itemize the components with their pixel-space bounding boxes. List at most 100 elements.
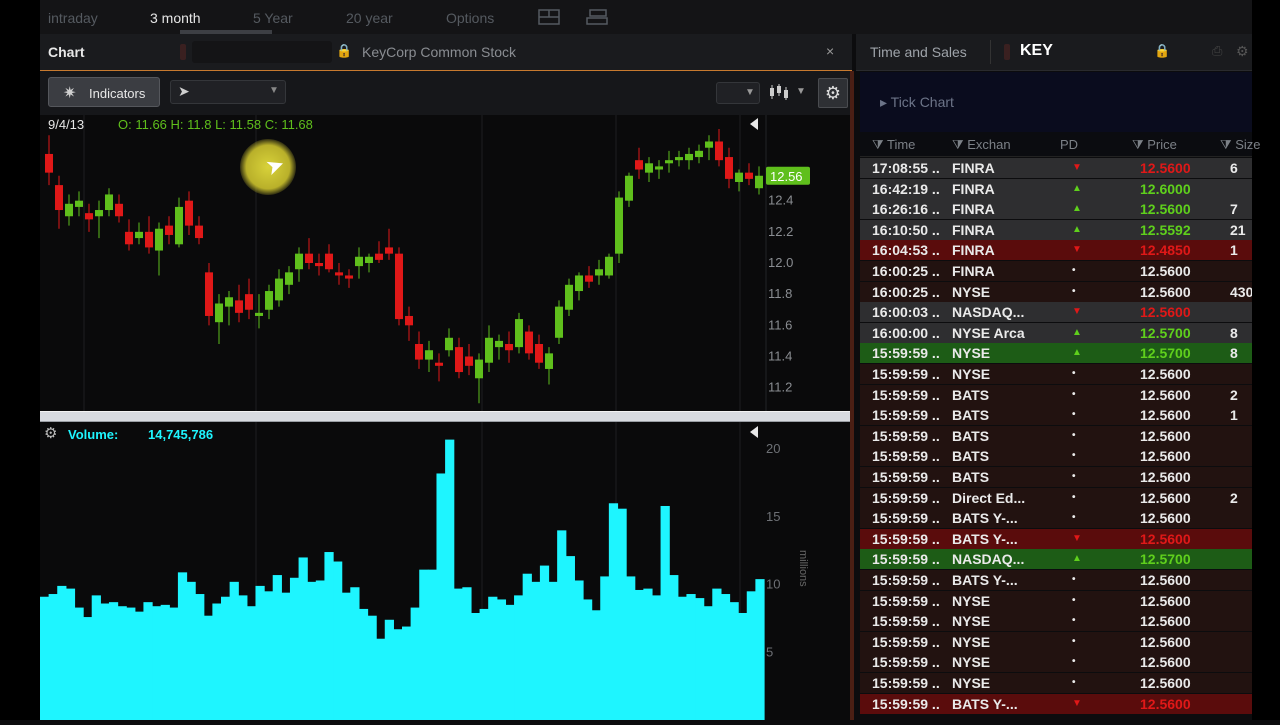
trade-row[interactable]: 16:10:50 .. FINRA ▲ 12.5592 21 [860, 219, 1252, 240]
volume-bar [470, 612, 481, 720]
trade-exchange: FINRA [952, 201, 995, 218]
chart-toolbar: ✷ Indicators ➤ ▼ ▼ ▼ ⚙ [40, 71, 852, 115]
trade-row[interactable]: 16:26:16 .. FINRA ▲ 12.5600 7 [860, 199, 1252, 220]
volume-bar [660, 505, 670, 720]
indicators-label: Indicators [89, 86, 146, 101]
trade-size: 6 [1230, 160, 1238, 176]
trade-row[interactable]: 15:59:59 .. NYSE • 12.5600 [860, 631, 1252, 652]
column-time[interactable]: ⧩ Time [872, 137, 915, 153]
price-direction-icon: • [1072, 491, 1076, 503]
collapse-arrow-icon[interactable] [750, 118, 758, 130]
chart-symbol-input[interactable] [192, 41, 332, 63]
trade-row[interactable]: 15:59:59 .. BATS • 12.5600 [860, 467, 1252, 487]
cursor-mode-select[interactable]: ➤ ▼ [170, 80, 286, 104]
trade-row[interactable]: 15:59:59 .. NASDAQ... ▲ 12.5700 [860, 549, 1252, 570]
volume-tick-label: 15 [766, 509, 780, 524]
company-name: KeyCorp Common Stock [362, 44, 517, 60]
tab-5-year[interactable]: 5 Year [253, 10, 293, 26]
tab-20-year[interactable]: 20 year [346, 10, 393, 26]
trade-time: 16:00:00 .. [872, 324, 940, 341]
trade-row[interactable]: 15:59:59 .. NYSE • 12.5600 [860, 652, 1252, 673]
chart-scrollbar[interactable] [850, 71, 854, 720]
volume-value: 14,745,786 [148, 427, 213, 442]
trade-row[interactable]: 16:00:03 .. NASDAQ... ▼ 12.5600 [860, 302, 1252, 323]
layout-grid-icon[interactable] [538, 9, 560, 25]
tick-chart-toggle[interactable]: ▸ Tick Chart [880, 94, 954, 111]
print-icon[interactable]: ⎙ [1212, 43, 1222, 59]
trade-row[interactable]: 15:59:59 .. BATS Y-... • 12.5600 [860, 570, 1252, 590]
chart-settings-button[interactable]: ⚙ [818, 78, 848, 108]
trades-list[interactable]: 17:08:55 .. FINRA ▼ 12.5600 6 16:42:19 .. FINR… [860, 158, 1252, 720]
close-icon[interactable]: × [826, 43, 834, 59]
price-direction-icon: ▲ [1072, 182, 1082, 194]
trade-row[interactable]: 15:59:59 .. BATS Y-... • 12.5600 [860, 508, 1252, 529]
indicators-button[interactable]: ✷ Indicators [48, 77, 160, 107]
trade-row[interactable]: 15:59:59 .. NYSE • 12.5600 [860, 590, 1252, 611]
trade-row[interactable]: 16:00:00 .. NYSE Arca ▲ 12.5700 8 [860, 322, 1252, 343]
price-direction-icon: • [1072, 409, 1076, 421]
volume-bar [341, 592, 351, 720]
volume-bar-chart[interactable]: 20 15 10 5 ⚙ Volume: 14,745,786 millions [40, 422, 852, 720]
symbol-link-icon[interactable] [1004, 44, 1010, 60]
trade-row[interactable]: 15:59:59 .. NYSE • 12.5600 [860, 673, 1252, 693]
trade-row[interactable]: 16:04:53 .. FINRA ▼ 12.4850 1 [860, 240, 1252, 261]
trade-row[interactable]: 15:59:59 .. NYSE • 12.5600 [860, 364, 1252, 384]
trade-row[interactable]: 15:59:59 .. BATS Y-... ▼ 12.5600 [860, 693, 1252, 714]
volume-settings-icon[interactable]: ⚙ [44, 425, 57, 442]
trade-row[interactable]: 15:59:59 .. Direct Ed... • 12.5600 2 [860, 487, 1252, 508]
trade-time: 15:59:59 .. [872, 469, 940, 485]
tab-intraday[interactable]: intraday [48, 10, 98, 26]
trade-row[interactable]: 17:08:55 .. FINRA ▼ 12.5600 6 [860, 158, 1252, 178]
symbol-link-icon[interactable] [180, 44, 186, 60]
trade-row[interactable]: 16:00:25 .. FINRA • 12.5600 [860, 261, 1252, 281]
chart-style-select[interactable]: ▼ [716, 82, 760, 104]
volume-bar [669, 575, 679, 720]
column-price[interactable]: ⧩ Price [1132, 137, 1177, 153]
volume-bar [393, 629, 403, 720]
volume-bar [522, 573, 532, 720]
candle-body [535, 344, 543, 363]
column-size[interactable]: ⧩ Size [1220, 137, 1261, 153]
volume-bar [48, 594, 58, 720]
trade-time: 15:59:59 .. [872, 427, 940, 444]
trade-row[interactable]: 15:59:59 .. BATS Y-... ▼ 12.5600 [860, 528, 1252, 549]
volume-bar [195, 594, 205, 720]
time-sales-symbol[interactable]: KEY [1020, 42, 1053, 60]
candlestick-chart[interactable]: 12.4 12.2 12.0 11.8 11.6 11.4 11.2 12.56 9/4/1… [40, 115, 852, 411]
trade-time: 15:59:59 .. [872, 633, 940, 650]
candle-body [445, 337, 453, 351]
lock-icon[interactable]: 🔒 [336, 43, 352, 59]
tab-options[interactable]: Options [446, 10, 494, 26]
candle-body [195, 225, 203, 239]
pane-splitter[interactable] [40, 411, 852, 422]
lock-icon[interactable]: 🔒 [1154, 43, 1170, 59]
trade-row[interactable]: 15:59:59 .. BATS • 12.5600 [860, 425, 1252, 446]
trade-size: 2 [1230, 386, 1238, 403]
column-pd[interactable]: PD [1060, 137, 1078, 152]
layout-stack-icon[interactable] [586, 9, 608, 25]
candle-body [305, 253, 313, 263]
trade-row[interactable]: 16:00:25 .. NYSE • 12.5600 430 [860, 281, 1252, 302]
trade-row[interactable]: 15:59:59 .. BATS • 12.5600 2 [860, 384, 1252, 405]
volume-chart-area[interactable]: 20 15 10 5 ⚙ Volume: 14,745,786 millions [40, 422, 852, 720]
trade-row[interactable]: 15:59:59 .. NYSE • 12.5600 [860, 611, 1252, 632]
candle-body [575, 275, 583, 292]
volume-bar [246, 606, 257, 720]
trade-exchange: BATS [952, 427, 990, 444]
candle-body [315, 263, 323, 267]
gear-icon[interactable]: ⚙ [1236, 43, 1249, 60]
candle-body [725, 157, 733, 179]
trade-row[interactable]: 16:42:19 .. FINRA ▲ 12.6000 [860, 178, 1252, 199]
collapse-arrow-icon[interactable] [750, 426, 758, 438]
trade-price: 12.5600 [1140, 695, 1191, 712]
chart-type-select[interactable]: ▼ [764, 82, 812, 104]
trade-row[interactable]: 15:59:59 .. BATS • 12.5600 1 [860, 405, 1252, 426]
column-exchange[interactable]: ⧩ Exchan [952, 137, 1011, 153]
trade-row[interactable]: 15:59:59 .. NYSE ▲ 12.5700 8 [860, 343, 1252, 364]
tab-3-month[interactable]: 3 month [150, 10, 201, 26]
volume-bar [272, 575, 282, 720]
price-chart-area[interactable]: 12.4 12.2 12.0 11.8 11.6 11.4 11.2 12.56 9/4/1… [40, 115, 852, 411]
price-direction-icon: • [1072, 285, 1076, 297]
trade-row[interactable]: 15:59:59 .. BATS • 12.5600 [860, 446, 1252, 467]
volume-bar [514, 595, 524, 720]
